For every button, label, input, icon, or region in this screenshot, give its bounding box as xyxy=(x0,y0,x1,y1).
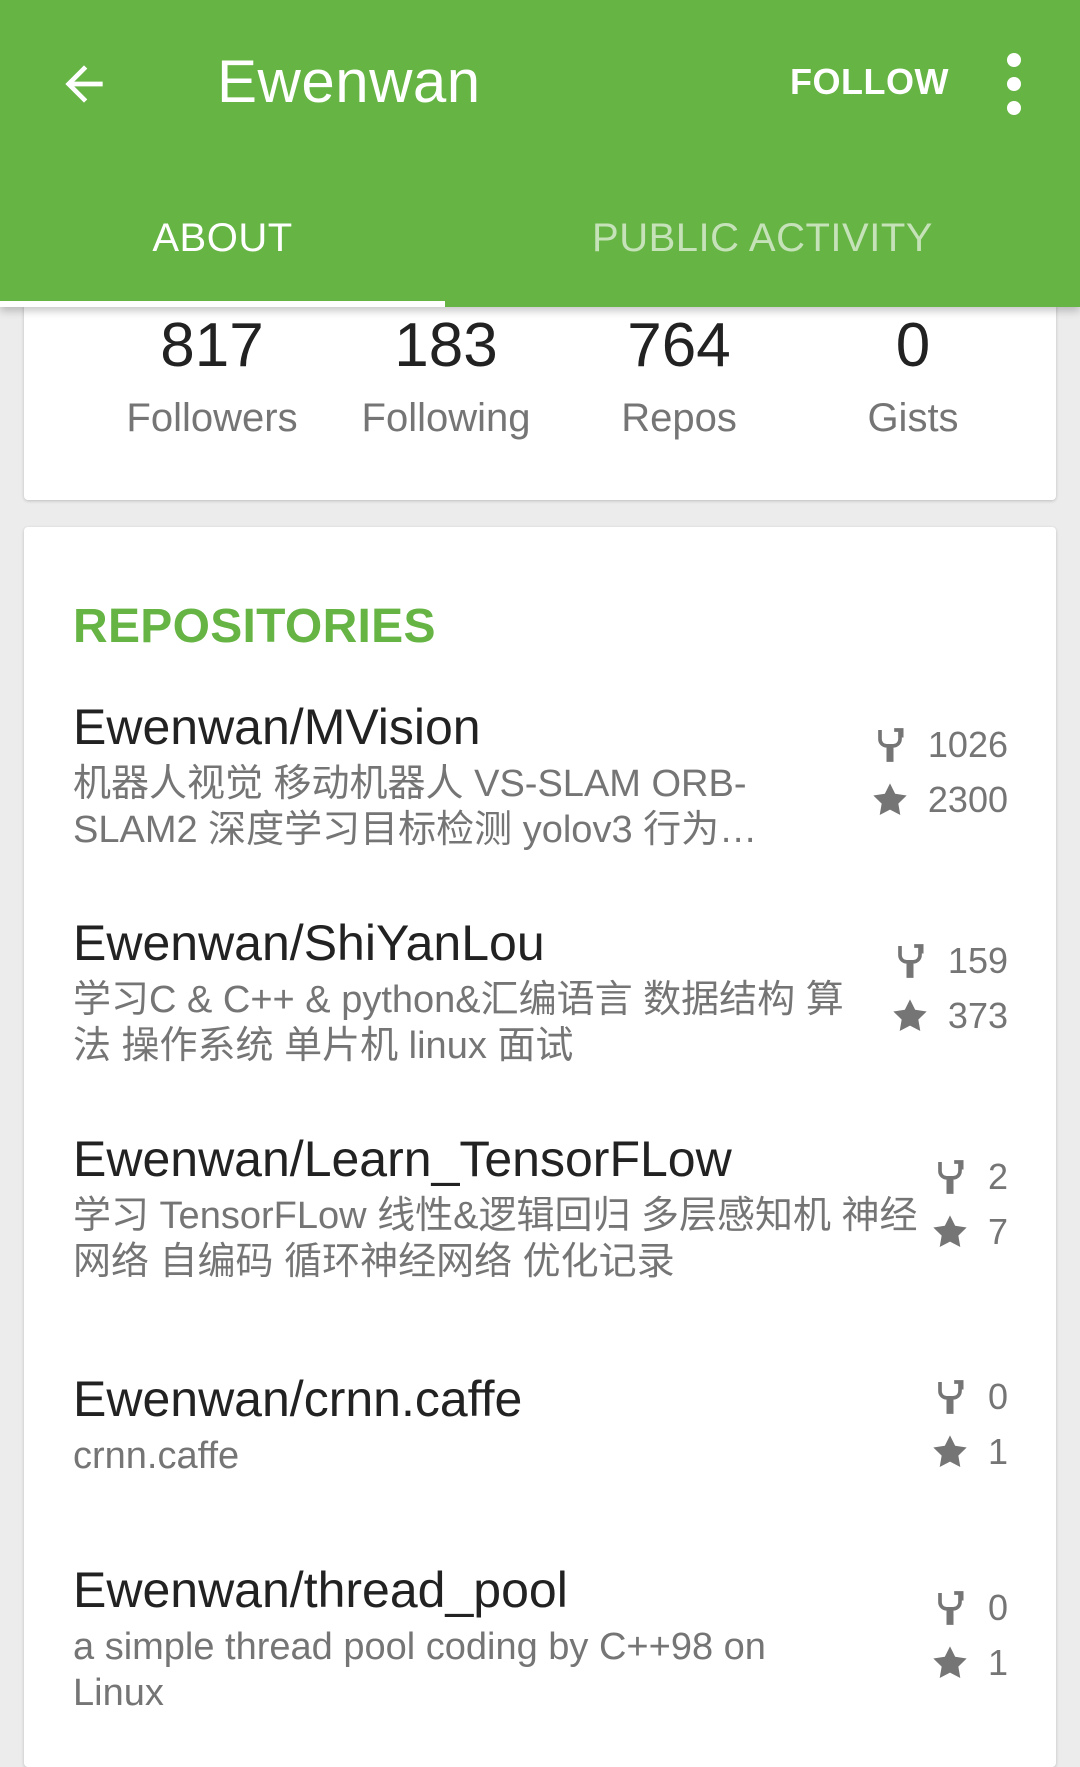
fork-count: 0 xyxy=(828,1369,1008,1424)
repo-item-thread-pool[interactable]: Ewenwan/thread_pool a simple thread pool… xyxy=(24,1558,1056,1748)
repo-stats: 0 1 xyxy=(828,1369,1008,1479)
repo-name: Ewenwan/Learn_TensorFLow xyxy=(73,1131,732,1187)
star-icon xyxy=(930,1432,970,1472)
stat-following[interactable]: 183 Following xyxy=(331,306,561,446)
star-count: 1 xyxy=(828,1424,1008,1479)
repo-item-crnn-caffe[interactable]: Ewenwan/crnn.caffe crnn.caffe 0 1 xyxy=(24,1367,1056,1517)
fork-count: 2 xyxy=(828,1149,1008,1204)
repo-stats: 159 373 xyxy=(828,933,1008,1043)
stat-value: 817 xyxy=(160,311,264,380)
tab-bar: ABOUT PUBLIC ACTIVITY xyxy=(0,170,1080,307)
stat-followers[interactable]: 817 Followers xyxy=(97,306,327,446)
repo-description: 学习C & C++ & python&汇编语言 数据结构 算法 操作系统 单片机… xyxy=(73,979,844,1067)
repo-name: Ewenwan/thread_pool xyxy=(73,1562,568,1618)
toolbar: Ewenwan FOLLOW xyxy=(0,0,1080,160)
repo-description: crnn.caffe xyxy=(73,1435,240,1477)
star-icon xyxy=(930,1212,970,1252)
star-icon xyxy=(930,1643,970,1683)
repositories-card: REPOSITORIES Ewenwan/MVision 机器人视觉 移动机器人… xyxy=(24,527,1056,1767)
tab-about[interactable]: ABOUT xyxy=(0,170,445,307)
repo-description: 学习 TensorFLow 线性&逻辑回归 多层感知机 神经网络 自编码 循环神… xyxy=(73,1195,918,1283)
fork-count: 159 xyxy=(828,933,1008,988)
star-count-value: 373 xyxy=(947,994,1008,1036)
stat-value: 183 xyxy=(394,311,498,380)
repo-stats: 1026 2300 xyxy=(828,717,1008,827)
repo-stats: 2 7 xyxy=(828,1149,1008,1259)
repo-item-shiyanlou[interactable]: Ewenwan/ShiYanLou 学习C & C++ & python&汇编语… xyxy=(24,911,1056,1101)
app-bar: Ewenwan FOLLOW ABOUT PUBLIC ACTIVITY xyxy=(0,0,1080,307)
fork-count-value: 0 xyxy=(987,1375,1008,1417)
stat-label: Gists xyxy=(867,396,959,440)
fork-count: 0 xyxy=(828,1580,1008,1635)
star-count-value: 2300 xyxy=(927,778,1008,820)
more-vert-icon xyxy=(1007,53,1021,115)
fork-icon xyxy=(930,1377,970,1417)
repo-stats: 0 1 xyxy=(828,1580,1008,1690)
fork-count: 1026 xyxy=(828,717,1008,772)
star-count-value: 1 xyxy=(987,1641,1008,1683)
repo-description: 机器人视觉 移动机器人 VS-SLAM ORB-SLAM2 深度学习目标检测 y… xyxy=(73,763,758,851)
stat-gists[interactable]: 0 Gists xyxy=(798,306,1028,446)
repo-name: Ewenwan/ShiYanLou xyxy=(73,915,545,971)
stat-value: 0 xyxy=(895,311,931,380)
fork-count-value: 2 xyxy=(987,1155,1008,1197)
star-count: 373 xyxy=(828,988,1008,1043)
fork-count-value: 159 xyxy=(947,939,1008,981)
fork-icon xyxy=(890,941,930,981)
star-count: 7 xyxy=(828,1204,1008,1259)
star-count: 1 xyxy=(828,1635,1008,1690)
stat-label: Repos xyxy=(621,396,737,440)
more-options-button[interactable] xyxy=(990,44,1038,124)
fork-icon xyxy=(930,1157,970,1197)
back-button[interactable] xyxy=(40,40,128,128)
star-icon xyxy=(870,780,910,820)
fork-count-value: 1026 xyxy=(927,723,1008,765)
repo-name: Ewenwan/crnn.caffe xyxy=(73,1371,523,1427)
page-title: Ewenwan xyxy=(217,48,481,115)
star-icon xyxy=(890,996,930,1036)
fork-count-value: 0 xyxy=(987,1586,1008,1628)
tab-indicator xyxy=(0,301,445,307)
star-count-value: 7 xyxy=(987,1210,1008,1252)
repo-description: a simple thread pool coding by C++98 on … xyxy=(73,1626,766,1714)
stat-repos[interactable]: 764 Repos xyxy=(564,306,794,446)
repo-item-learn-tensorflow[interactable]: Ewenwan/Learn_TensorFLow 学习 TensorFLow 线… xyxy=(24,1127,1056,1317)
star-count-value: 1 xyxy=(987,1430,1008,1472)
repo-name: Ewenwan/MVision xyxy=(73,699,481,755)
repositories-heading: REPOSITORIES xyxy=(73,600,436,653)
follow-button[interactable]: FOLLOW xyxy=(790,50,949,114)
fork-icon xyxy=(930,1588,970,1628)
fork-icon xyxy=(870,725,910,765)
stat-value: 764 xyxy=(627,311,731,380)
stat-label: Followers xyxy=(126,396,298,440)
arrow-left-icon xyxy=(65,65,103,103)
repo-item-mvision[interactable]: Ewenwan/MVision 机器人视觉 移动机器人 VS-SLAM ORB-… xyxy=(24,695,1056,885)
tab-public-activity[interactable]: PUBLIC ACTIVITY xyxy=(540,170,985,307)
stat-label: Following xyxy=(361,396,531,440)
star-count: 2300 xyxy=(828,772,1008,827)
